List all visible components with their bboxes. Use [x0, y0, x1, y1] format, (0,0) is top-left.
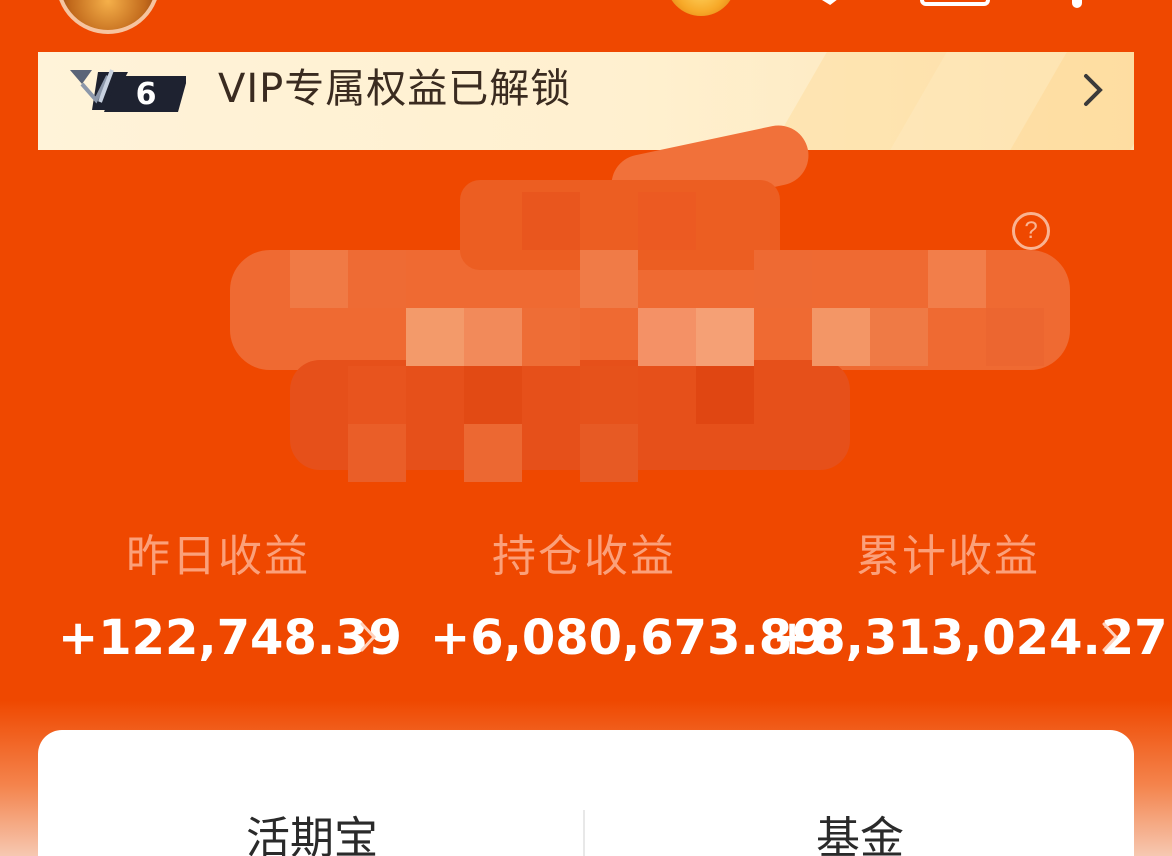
asset-page: 6 VIP专属权益已解锁 总资 ? [0, 0, 1172, 856]
tab-divider [583, 810, 585, 856]
stat-value: +122,748.39 [58, 610, 402, 666]
holdings-card: 活期宝 基金 [38, 730, 1134, 856]
inbox-icon[interactable] [920, 0, 990, 6]
chevron-right-icon [360, 622, 377, 652]
top-bar [0, 0, 1172, 40]
vip-level: 6 [136, 77, 157, 112]
mascot-icon[interactable] [666, 0, 736, 16]
more-icon[interactable] [1072, 0, 1082, 8]
avatar[interactable] [56, 0, 160, 34]
stat-label: 持仓收益 [492, 531, 676, 582]
vip-level-badge-icon: 6 [70, 69, 186, 112]
stat-label: 昨日收益 [126, 531, 310, 582]
tab-huoqibao[interactable]: 活期宝 [38, 802, 586, 856]
redaction-mosaic [230, 119, 1070, 482]
tab-fund[interactable]: 基金 [586, 802, 1134, 856]
vip-banner[interactable]: 6 VIP专属权益已解锁 [38, 52, 1134, 150]
stat-label: 累计收益 [856, 531, 1040, 582]
chevron-right-icon [1084, 74, 1103, 106]
message-icon[interactable] [800, 0, 860, 10]
stat-value: +6,080,673.89 [430, 610, 826, 666]
chevron-right-icon [1102, 622, 1119, 652]
vip-banner-text: VIP专属权益已解锁 [218, 66, 572, 112]
